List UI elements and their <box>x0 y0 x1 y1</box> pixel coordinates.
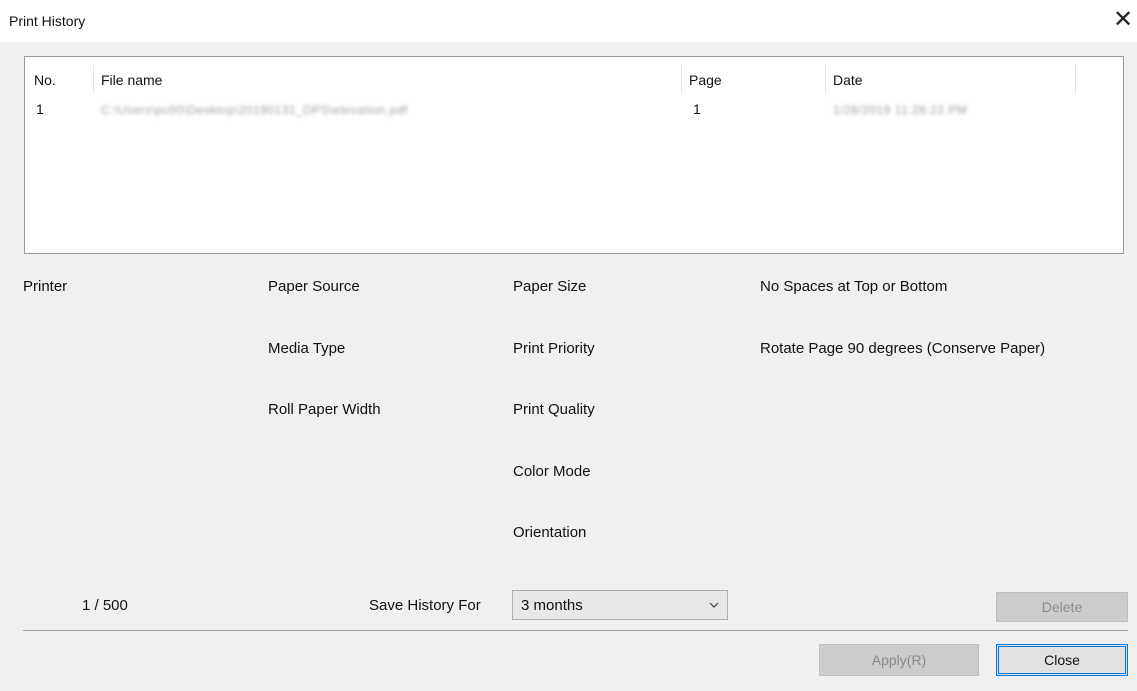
title-bar: Print History ✕ <box>0 0 1137 42</box>
window-title: Print History <box>9 13 86 29</box>
save-history-label: Save History For <box>369 597 481 614</box>
rotate-page-label: Rotate Page 90 degrees (Conserve Paper) <box>760 340 1046 357</box>
footer-divider <box>23 630 1128 631</box>
orientation-label: Orientation <box>513 524 587 541</box>
list-header: No. File name Page Date <box>25 57 1123 93</box>
close-button[interactable]: Close <box>996 644 1128 676</box>
print-priority-label: Print Priority <box>513 340 595 357</box>
row-file-name: C:\Users\pc00\Desktop\20190131_DPS\eleva… <box>101 103 408 117</box>
apply-button[interactable]: Apply(R) <box>819 644 979 676</box>
column-divider[interactable] <box>681 65 682 93</box>
delete-button[interactable]: Delete <box>996 592 1128 622</box>
column-header-no[interactable]: No. <box>34 72 56 88</box>
roll-paper-width-label: Roll Paper Width <box>268 401 381 418</box>
paper-size-label: Paper Size <box>513 278 587 295</box>
print-quality-label: Print Quality <box>513 401 595 418</box>
row-page: 1 <box>693 101 701 117</box>
column-header-file-name[interactable]: File name <box>101 72 162 88</box>
no-spaces-label: No Spaces at Top or Bottom <box>760 278 948 295</box>
column-divider[interactable] <box>1075 65 1076 93</box>
printer-label: Printer <box>23 278 68 295</box>
history-list[interactable]: No. File name Page Date 1 C:\Users\pc00\… <box>24 56 1124 254</box>
column-header-date[interactable]: Date <box>833 72 863 88</box>
close-button-label: Close <box>1044 652 1080 668</box>
color-mode-label: Color Mode <box>513 463 591 480</box>
chevron-down-icon <box>709 602 719 608</box>
column-divider[interactable] <box>93 65 94 93</box>
table-row[interactable]: 1 C:\Users\pc00\Desktop\20190131_DPS\ele… <box>25 97 1123 121</box>
column-header-page[interactable]: Page <box>689 72 722 88</box>
media-type-label: Media Type <box>268 340 346 357</box>
row-no: 1 <box>36 101 44 117</box>
row-date: 1/28/2019 11:28:22 PM <box>833 103 968 117</box>
save-history-value: 3 months <box>521 597 583 614</box>
paper-source-label: Paper Source <box>268 278 360 295</box>
history-count: 1 / 500 <box>82 597 128 614</box>
save-history-select[interactable]: 3 months <box>512 590 728 620</box>
close-icon[interactable]: ✕ <box>1110 6 1136 34</box>
column-divider[interactable] <box>825 65 826 93</box>
